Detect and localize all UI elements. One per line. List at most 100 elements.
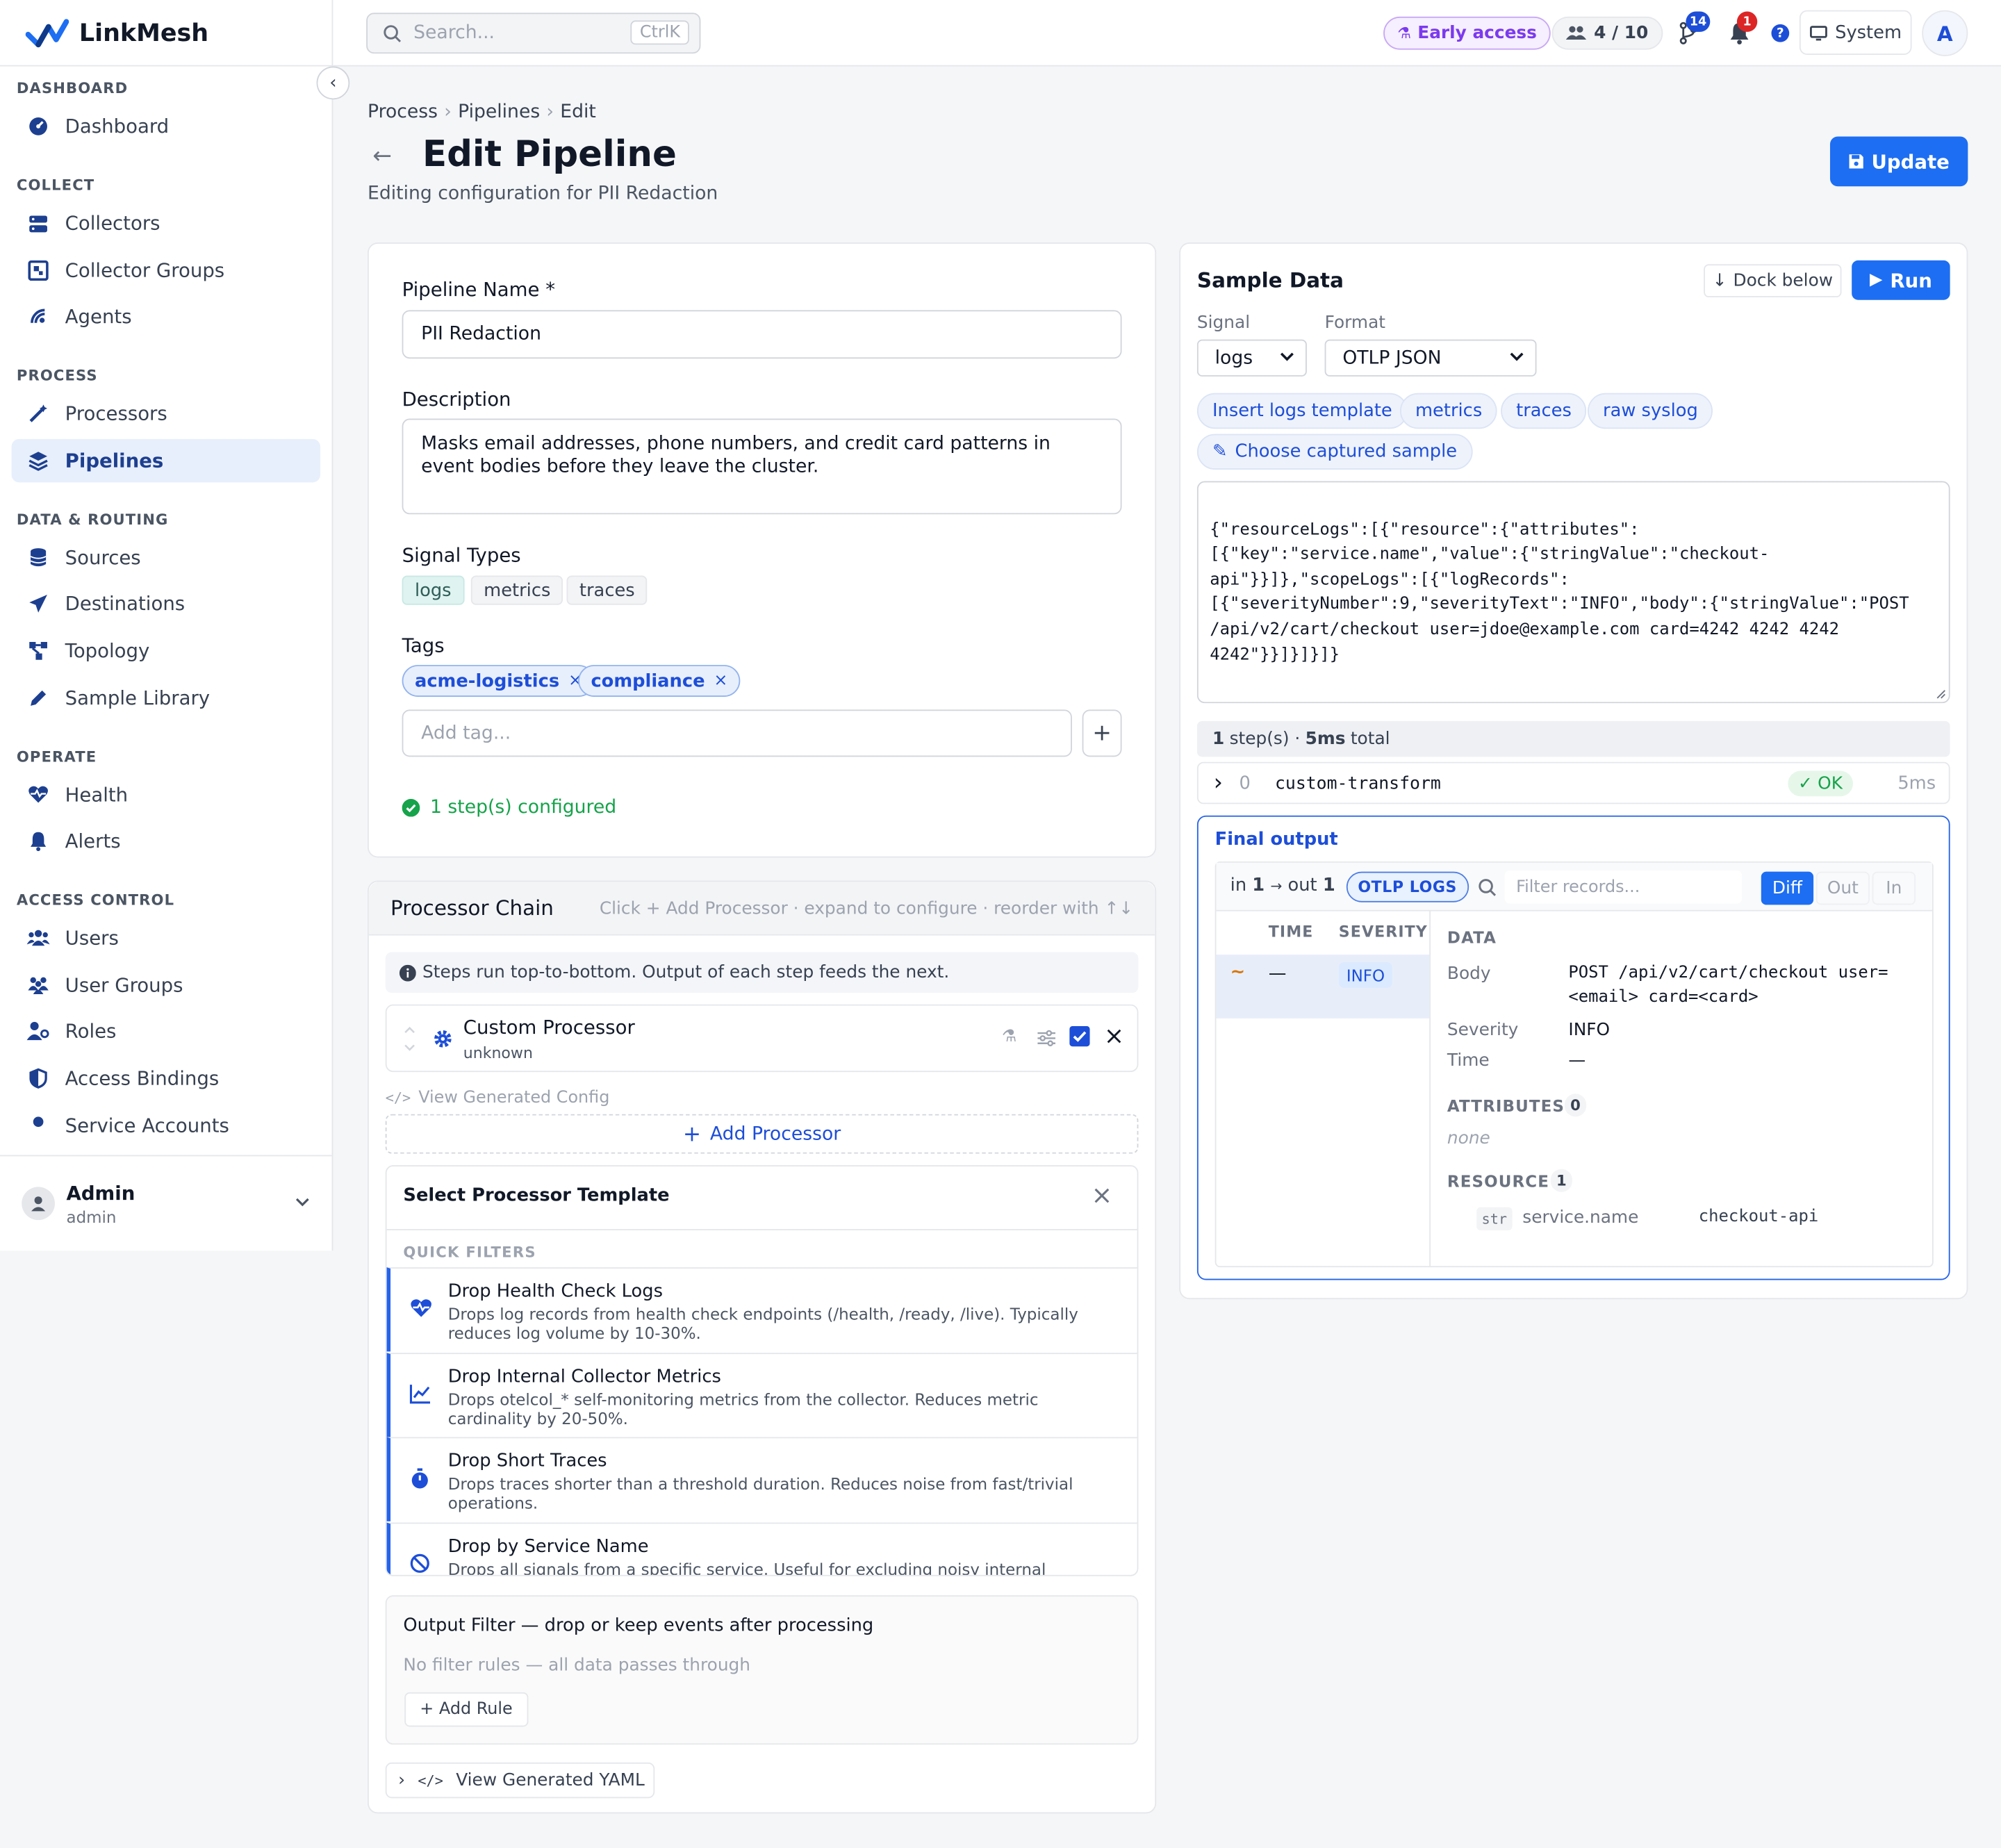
resource-count: 1 xyxy=(1550,1169,1572,1192)
signal-chip-logs[interactable]: logs xyxy=(402,575,464,605)
sidebar-item-sources[interactable]: Sources xyxy=(12,536,321,579)
signal-chip-metrics[interactable]: metrics xyxy=(470,575,563,605)
sidebar-item-agents[interactable]: Agents xyxy=(12,295,321,338)
description-textarea[interactable]: Masks email addresses, phone numbers, an… xyxy=(402,418,1122,515)
sidebar-item-topology[interactable]: Topology xyxy=(12,629,321,673)
run-button[interactable]: ▶ Run xyxy=(1852,260,1950,300)
search-icon xyxy=(1479,879,1497,896)
sidebar-item-dashboard[interactable]: Dashboard xyxy=(12,105,321,148)
chevron-down-icon[interactable] xyxy=(295,1197,310,1207)
sidebar-item-label: User Groups xyxy=(65,973,183,997)
tab-out[interactable]: Out xyxy=(1815,871,1870,905)
page-subtitle: Editing configuration for PII Redaction xyxy=(367,183,718,204)
tag-chip[interactable]: compliance × xyxy=(578,665,741,698)
test-processor-icon[interactable]: ⚗ xyxy=(1002,1028,1016,1047)
chart-line-icon xyxy=(409,1383,433,1405)
sidebar-item-access-bindings[interactable]: Access Bindings xyxy=(12,1057,321,1100)
insert-metrics-chip[interactable]: metrics xyxy=(1399,393,1498,429)
notifications-button[interactable]: 1 xyxy=(1727,11,1758,46)
sidebar-item-destinations[interactable]: Destinations xyxy=(12,582,321,625)
reorder-icon[interactable] xyxy=(403,1025,415,1053)
sidebar-item-roles[interactable]: Roles xyxy=(12,1010,321,1053)
view-generated-yaml-button[interactable]: › </> View Generated YAML xyxy=(385,1762,655,1799)
template-item[interactable]: Drop Short Traces Drops traces shorter th… xyxy=(386,1437,1137,1521)
close-icon[interactable]: × xyxy=(1091,1179,1112,1210)
template-name: Drop by Service Name xyxy=(447,1535,649,1557)
processor-type: unknown xyxy=(463,1043,533,1062)
template-item[interactable]: Drop Health Check Logs Drops log records … xyxy=(386,1267,1137,1352)
help-button[interactable]: ? xyxy=(1771,24,1790,42)
remove-tag-icon[interactable]: × xyxy=(714,671,727,691)
view-generated-config-link[interactable]: </> View Generated Config xyxy=(386,1089,610,1108)
tab-in[interactable]: In xyxy=(1872,871,1916,905)
sidebar-item-collectors[interactable]: Collectors xyxy=(12,201,321,245)
column-header-time: TIME xyxy=(1268,923,1314,941)
user-avatar xyxy=(22,1187,55,1221)
json-line: api"}}]},"scopeLogs":[{"logRecords": xyxy=(1210,570,1570,590)
resource-value: checkout-api xyxy=(1698,1207,1819,1227)
sidebar-item-health[interactable]: Health xyxy=(12,773,321,816)
alerts-badge: 1 xyxy=(1736,11,1758,32)
sidebar-item-pipelines[interactable]: Pipelines xyxy=(11,438,321,482)
user-menu[interactable]: Admin admin xyxy=(0,1155,332,1251)
breadcrumb-item[interactable]: Process xyxy=(368,102,438,122)
enabled-checkbox[interactable] xyxy=(1069,1025,1090,1047)
json-line: [{"key":"service.name","value":{"stringV… xyxy=(1210,545,1770,565)
collapse-sidebar-button[interactable]: ‹ xyxy=(316,66,350,100)
template-item[interactable]: Drop Internal Collector Metrics Drops ote… xyxy=(386,1352,1137,1437)
choose-captured-sample-chip[interactable]: ✎ Choose captured sample xyxy=(1196,434,1473,470)
resize-handle-icon[interactable] xyxy=(1935,688,1947,700)
sidebar-item-collector-groups[interactable]: Collector Groups xyxy=(12,248,321,291)
sidebar-nav: DASHBOARD Dashboard COLLECT Collectors Colle… xyxy=(0,67,332,1154)
check-icon: ✓ xyxy=(1798,773,1813,794)
breadcrumb-item[interactable]: Pipelines xyxy=(458,102,540,122)
early-access-badge[interactable]: ⚗ Early access xyxy=(1383,16,1551,50)
add-tag-button[interactable]: + xyxy=(1082,709,1122,757)
chevron-right-icon: › xyxy=(398,1769,406,1791)
sidebar-item-label: Users xyxy=(65,926,119,950)
search-shortcut: CtrlK xyxy=(631,20,689,45)
divider xyxy=(386,1229,1137,1230)
seats-badge[interactable]: 4 / 10 xyxy=(1551,16,1663,50)
signal-select[interactable]: logs xyxy=(1196,339,1307,377)
template-item[interactable]: Drop by Service Name Drops all signals fr… xyxy=(386,1521,1137,1575)
processor-step[interactable]: Custom Processor unknown ⚗ × xyxy=(385,1004,1139,1073)
filter-records-input[interactable]: Filter records... xyxy=(1504,870,1743,904)
insert-raw-syslog-chip[interactable]: raw syslog xyxy=(1587,393,1713,429)
sidebar-item-user-groups[interactable]: User Groups xyxy=(12,963,321,1006)
settings-sliders-icon[interactable] xyxy=(1037,1030,1056,1047)
sample-json-editor[interactable]: {"resourceLogs":[{"resource":{"attribute… xyxy=(1196,481,1950,704)
account-avatar[interactable]: A xyxy=(1922,10,1968,56)
format-select[interactable]: OTLP JSON xyxy=(1324,339,1537,377)
dock-below-button[interactable]: ↓ Dock below xyxy=(1704,264,1842,298)
sidebar-item-sample-library[interactable]: Sample Library xyxy=(12,676,321,719)
server-icon xyxy=(27,212,50,235)
add-rule-button[interactable]: + Add Rule xyxy=(404,1692,528,1727)
insert-logs-template-chip[interactable]: Insert logs template xyxy=(1196,393,1408,429)
remove-processor-icon[interactable]: × xyxy=(1104,1022,1124,1050)
add-tag-input[interactable]: Add tag... xyxy=(402,709,1072,757)
breadcrumb-item: Edit xyxy=(560,101,596,123)
tag-chip[interactable]: acme-logistics × xyxy=(402,665,595,698)
git-branch-button[interactable]: 14 xyxy=(1676,11,1711,46)
resource-key: service.name xyxy=(1522,1207,1639,1228)
sidebar-item-alerts[interactable]: Alerts xyxy=(12,820,321,863)
theme-select[interactable]: System xyxy=(1799,10,1912,55)
update-button[interactable]: Update xyxy=(1829,136,1968,187)
sidebar-item-processors[interactable]: Processors xyxy=(12,392,321,435)
pipeline-name-label: Pipeline Name * xyxy=(402,278,556,302)
back-button[interactable]: ← xyxy=(372,143,392,170)
add-processor-button[interactable]: + Add Processor xyxy=(385,1114,1139,1154)
signal-chip-traces[interactable]: traces xyxy=(566,575,648,605)
sidebar-item-service-accounts[interactable]: Service Accounts xyxy=(12,1103,321,1146)
severity-value: INFO xyxy=(1568,1019,1611,1041)
users-icon xyxy=(26,927,50,950)
search-input[interactable]: Search... CtrlK xyxy=(366,13,701,54)
table-row[interactable]: ~ — INFO xyxy=(1216,955,1430,1018)
tab-diff[interactable]: Diff xyxy=(1761,871,1814,905)
sidebar-item-users[interactable]: Users xyxy=(12,916,321,959)
brand[interactable]: LinkMesh xyxy=(0,0,332,67)
pipeline-name-input[interactable]: PII Redaction xyxy=(402,310,1122,359)
step-result-row[interactable]: › 0 custom-transform ✓ OK 5ms xyxy=(1196,761,1950,805)
insert-traces-chip[interactable]: traces xyxy=(1501,393,1587,429)
